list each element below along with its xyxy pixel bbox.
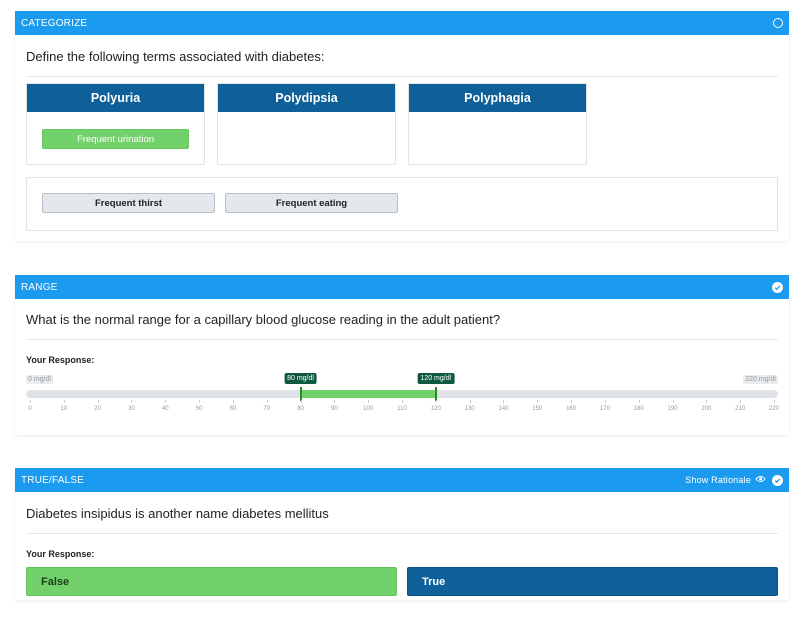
chip-frequent-eating[interactable]: Frequent eating [225, 193, 398, 213]
tick-mark [97, 400, 99, 403]
chip-frequent-urination[interactable]: Frequent urination [42, 129, 189, 149]
category-box-polydipsia[interactable]: Polydipsia [217, 83, 396, 165]
tick-label: 30 [128, 406, 135, 412]
tick-mark [503, 400, 505, 403]
tick-label: 60 [229, 406, 237, 412]
tick-label: 70 [263, 406, 271, 412]
high-thumb[interactable] [434, 387, 437, 401]
slider-selected-range [300, 390, 436, 398]
tick-mark [131, 400, 133, 403]
truefalse-card: TRUE/FALSE Show Rationale Diabetes insip… [15, 468, 789, 600]
low-thumb[interactable] [299, 387, 302, 401]
tick-mark [334, 400, 336, 403]
min-label: 0 mg/dl [26, 375, 53, 384]
tick-label: 210 [735, 406, 746, 412]
categorize-header: CATEGORIZE [15, 11, 789, 35]
tick-mark [740, 400, 742, 403]
response-label: Your Response: [26, 355, 95, 365]
tick-mark [300, 400, 302, 403]
categorize-header-title: CATEGORIZE [21, 17, 88, 29]
tick-mark [706, 400, 708, 403]
tick-mark [774, 400, 775, 403]
truefalse-header: TRUE/FALSE Show Rationale [15, 468, 789, 492]
tick-label: 150 [532, 406, 543, 412]
response-label: Your Response: [26, 549, 95, 559]
tick-mark [638, 400, 640, 403]
tick-mark [199, 400, 201, 403]
tick-mark [435, 400, 437, 403]
eye-icon [755, 475, 766, 485]
check-icon [772, 474, 783, 486]
tick-label: 190 [667, 406, 678, 412]
tick-mark [266, 400, 268, 403]
tick-label: 40 [161, 406, 169, 412]
tick-mark [165, 400, 167, 403]
categorize-question: Define the following terms associated wi… [26, 49, 325, 64]
category-title: Polyphagia [409, 84, 586, 112]
show-rationale-button[interactable]: Show Rationale [685, 475, 766, 485]
tick-label: 200 [701, 406, 712, 412]
tick-mark [571, 400, 573, 403]
low-value-label: 80 mg/dl [284, 373, 317, 384]
false-button[interactable]: False [26, 567, 397, 596]
tick-label: 170 [599, 406, 610, 412]
max-label: 220 mg/dl [743, 375, 778, 384]
true-button[interactable]: True [407, 567, 778, 596]
category-box-polyphagia[interactable]: Polyphagia [408, 83, 587, 165]
tick-mark [537, 400, 539, 403]
tick-mark [672, 400, 674, 403]
range-card: RANGE What is the normal range for a cap… [15, 275, 789, 435]
truefalse-header-title: TRUE/FALSE [21, 474, 85, 486]
tick-label: 130 [464, 406, 475, 412]
tick-label: 0 [28, 406, 32, 412]
tick-mark [232, 400, 234, 403]
high-value-label: 120 mg/dl [417, 373, 455, 384]
tick-label: 140 [498, 406, 509, 412]
tick-label: 50 [195, 406, 203, 412]
tick-mark [402, 400, 403, 403]
category-title: Polydipsia [218, 84, 395, 112]
tick-label: 90 [331, 406, 338, 412]
range-header: RANGE [15, 275, 789, 299]
tick-label: 180 [633, 406, 644, 412]
tick-label: 10 [60, 406, 68, 412]
tick-mark [604, 400, 606, 403]
divider [26, 76, 778, 77]
tick-label: 220 [768, 406, 780, 412]
tick-mark [30, 400, 31, 403]
category-title: Polyuria [27, 84, 204, 112]
tick-label: 160 [566, 406, 577, 412]
category-box-polyuria[interactable]: Polyuria Frequent urination [26, 83, 205, 165]
range-header-title: RANGE [21, 281, 58, 293]
tick-label: 110 [397, 406, 407, 412]
tick-mark [368, 400, 370, 403]
range-question: What is the normal range for a capillary… [26, 312, 501, 327]
status-circle-icon [773, 18, 783, 28]
tick-mark [63, 400, 65, 403]
tick-label: 20 [94, 406, 101, 412]
tick-label: 80 [297, 406, 304, 412]
tick-mark [469, 400, 471, 403]
tick-label: 120 [430, 406, 441, 412]
answer-pool[interactable]: Frequent thirst Frequent eating [26, 177, 778, 231]
truefalse-question: Diabetes insipidus is another name diabe… [26, 506, 329, 521]
check-icon [772, 281, 783, 293]
categorize-card: CATEGORIZE Define the following terms as… [15, 11, 789, 241]
tick-label: 100 [363, 406, 374, 412]
show-rationale-label: Show Rationale [685, 475, 751, 485]
chip-frequent-thirst[interactable]: Frequent thirst [42, 193, 215, 213]
